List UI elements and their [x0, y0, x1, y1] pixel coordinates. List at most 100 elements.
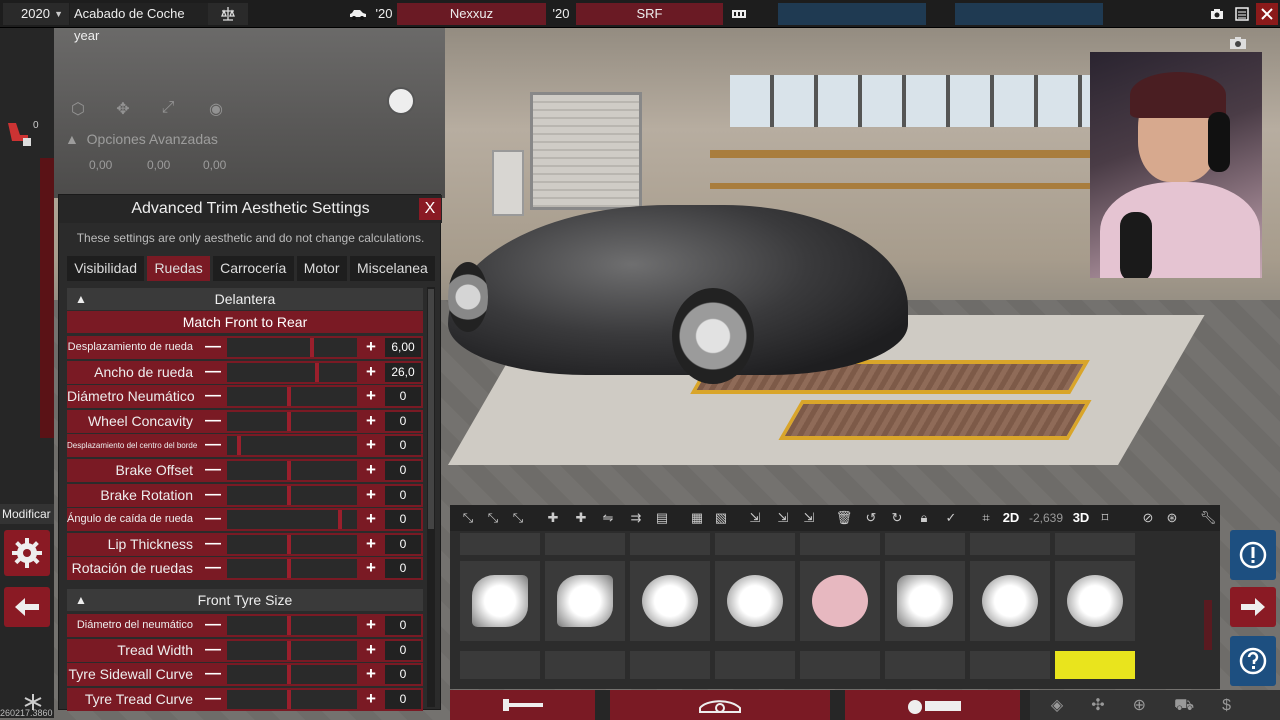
slider-handle[interactable] [315, 362, 320, 382]
asset-tile[interactable] [545, 561, 625, 641]
menu-icon[interactable] [1231, 3, 1253, 25]
redo-icon[interactable]: ↻ [887, 508, 907, 528]
slider-handle[interactable] [287, 411, 292, 431]
blue-slot-2[interactable] [955, 3, 1103, 25]
increment-button[interactable]: + [361, 461, 381, 480]
slider-track[interactable] [227, 461, 357, 480]
engine-icon[interactable] [726, 3, 752, 25]
engine-name-field[interactable]: SRF [576, 3, 723, 25]
match-front-to-rear-button[interactable]: Match Front to Rear [67, 311, 423, 333]
copy-icon[interactable]: ▦ [687, 508, 707, 528]
increment-button[interactable]: + [361, 510, 381, 529]
increment-button[interactable]: + [361, 485, 381, 505]
snap-icon[interactable]: ⇲ [745, 508, 765, 528]
asset-tile[interactable] [970, 651, 1050, 679]
slider-handle[interactable] [337, 510, 342, 530]
flip-y-icon[interactable]: ⤡ [483, 508, 503, 528]
increment-button[interactable]: + [361, 387, 381, 406]
mirror-icon[interactable]: ⇋ [598, 508, 618, 528]
decrement-button[interactable]: — [203, 387, 223, 406]
increment-button[interactable]: + [361, 362, 381, 382]
car-name-field[interactable]: Nexxuz [397, 3, 546, 25]
asset-tile[interactable] [970, 561, 1050, 641]
slider-value[interactable]: 0 [385, 665, 421, 685]
asset-tile[interactable] [545, 651, 625, 679]
tab-4[interactable]: Miscelanea [349, 256, 435, 281]
asset-tile[interactable] [970, 533, 1050, 555]
increment-button[interactable]: + [361, 338, 381, 357]
slider-value[interactable]: 0 [385, 640, 421, 660]
decrement-button[interactable]: — [203, 486, 223, 505]
slider-value[interactable]: 0 [385, 485, 421, 505]
slider-handle[interactable] [237, 436, 242, 456]
slider-handle[interactable] [287, 461, 292, 480]
asset-tile[interactable] [715, 651, 795, 679]
slider-track[interactable] [227, 616, 357, 635]
slider-value[interactable]: 26,0 [385, 362, 421, 382]
slider-value[interactable]: 0 [385, 559, 421, 579]
asset-tile[interactable] [885, 533, 965, 555]
slider-value[interactable]: 0 [385, 411, 421, 431]
slider-handle[interactable] [287, 665, 292, 685]
move-horizontal-icon[interactable]: ✚ [571, 508, 591, 528]
decrement-button[interactable]: — [203, 338, 223, 357]
asset-tile[interactable] [800, 561, 880, 641]
asset-tile[interactable] [885, 651, 965, 679]
slider-track[interactable] [227, 362, 357, 382]
check-icon[interactable]: ✓ [941, 508, 961, 528]
slider-value[interactable]: 0 [385, 689, 421, 709]
asset-tile[interactable] [630, 533, 710, 555]
asset-tile[interactable] [1055, 561, 1135, 641]
increment-button[interactable]: + [361, 689, 381, 709]
slider-value[interactable]: 6,00 [385, 338, 421, 357]
trash-icon[interactable]: 🗑 [834, 508, 854, 528]
mirror-copy-icon[interactable]: ⇉ [626, 508, 646, 528]
scale-icon[interactable] [208, 3, 248, 25]
decrement-button[interactable]: — [203, 559, 223, 578]
slider-value[interactable]: 0 [385, 534, 421, 554]
snap3-icon[interactable]: ⇲ [799, 508, 819, 528]
slider-track[interactable] [227, 534, 357, 554]
slider-track[interactable] [227, 559, 357, 579]
tab-1[interactable]: Ruedas [147, 256, 210, 281]
slider-handle[interactable] [287, 640, 292, 660]
car-icon[interactable] [345, 3, 371, 25]
asset-tile[interactable] [800, 651, 880, 679]
slider-track[interactable] [227, 338, 357, 357]
decrement-button[interactable]: — [203, 616, 223, 635]
eye-icon[interactable]: ◉ [205, 99, 227, 121]
tab-3[interactable]: Motor [296, 256, 347, 281]
decrement-button[interactable]: — [203, 363, 223, 382]
nav-chassis[interactable] [450, 690, 595, 720]
asset-tile[interactable] [460, 651, 540, 679]
slider-value[interactable]: 0 [385, 387, 421, 407]
slider-track[interactable] [227, 665, 357, 685]
decrement-button[interactable]: — [203, 510, 223, 529]
model-name[interactable]: Acabado de Coche year [70, 3, 208, 43]
asset-tile[interactable] [460, 561, 540, 641]
decrement-button[interactable]: — [203, 665, 223, 684]
slider-value[interactable]: 0 [385, 436, 421, 456]
increment-button[interactable]: + [361, 616, 381, 635]
move-vertical-icon[interactable]: ✚ [543, 508, 563, 528]
slider-track[interactable] [227, 640, 357, 660]
year-selector[interactable]: 2020 ▼ [3, 3, 69, 25]
cube-icon[interactable]: ⬡ [67, 99, 89, 121]
decrement-button[interactable]: — [203, 641, 223, 660]
document-icon[interactable]: ▧ [711, 508, 731, 528]
slider-handle[interactable] [287, 689, 292, 709]
decrement-button[interactable]: — [203, 535, 223, 554]
screenshot-camera-icon[interactable] [1229, 36, 1249, 54]
slider-track[interactable] [227, 387, 357, 407]
paste-icon[interactable]: ▤ [652, 508, 672, 528]
advanced-options[interactable]: ▲ Opciones Avanzadas [65, 131, 218, 147]
nav-more[interactable]: ◈✣⊕⛟$ [1030, 690, 1280, 720]
increment-button[interactable]: + [361, 640, 381, 660]
grid-icon[interactable]: ⌗ [976, 508, 996, 528]
asset-tile[interactable] [1055, 651, 1135, 679]
y-value[interactable]: 0,00 [147, 158, 170, 172]
mode-2d-button[interactable]: 2D [1000, 508, 1022, 528]
decrement-button[interactable]: — [203, 461, 223, 480]
asset-tile[interactable] [715, 533, 795, 555]
x-value[interactable]: 0,00 [89, 158, 112, 172]
